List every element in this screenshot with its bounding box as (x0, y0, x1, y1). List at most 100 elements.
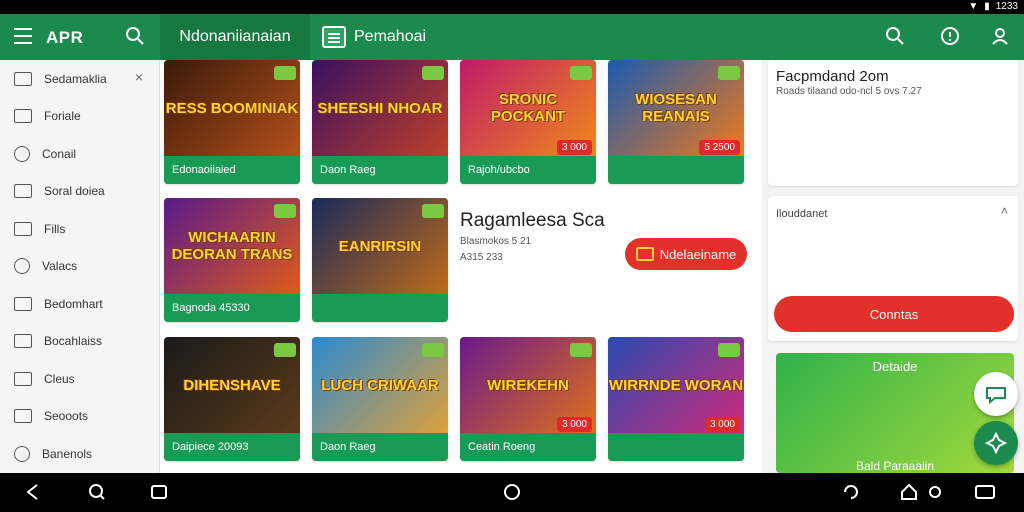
game-card[interactable]: LUCH CRIWAAR Daon Raeg (312, 337, 448, 461)
rotate-icon[interactable] (842, 483, 860, 501)
house-icon[interactable] (900, 483, 918, 501)
sidebar-item[interactable]: Sedamaklia × (0, 60, 159, 98)
sidebar-item-label: Soral doiea (44, 184, 105, 199)
price-badge: 5 2500 (699, 140, 740, 155)
sidebar-item-label: Bocahlaiss (44, 334, 103, 349)
game-card[interactable]: RESS BOOMINIAK Edonaoiiaied (164, 60, 300, 184)
search-nav-icon[interactable] (88, 483, 106, 501)
game-card[interactable]: DIHENSHAVE Daipiece 20093 (164, 337, 300, 461)
continue-button[interactable]: Conntas (774, 296, 1014, 332)
game-card[interactable]: WIOSESAN REANAIS 5 2500 (608, 60, 744, 184)
edit-icon (14, 184, 32, 199)
game-caption: Ceatin Roeng (460, 433, 596, 461)
home-icon[interactable] (503, 483, 521, 501)
chevron-up-icon[interactable]: ˄ (1001, 204, 1008, 218)
game-caption: Daon Raeg (312, 156, 448, 184)
app-name: APR (46, 28, 84, 47)
info-card: Facpmdand 2om Roads tilaand odo-ncl 5 ov… (768, 60, 1018, 186)
sidebar-item[interactable]: Valacs (0, 248, 159, 286)
ticket-icon (635, 247, 654, 261)
close-icon[interactable]: × (135, 69, 143, 85)
tag-icon (422, 66, 444, 80)
sidebar-item[interactable]: Bedomhart (0, 285, 159, 323)
game-card[interactable]: SHEESHI NHOAR Daon Raeg (312, 60, 448, 184)
action-card: Ilouddanet ˄ Conntas (768, 196, 1018, 341)
game-caption: Rajoh/ubcbo (460, 156, 596, 184)
sidebar-item-label: Sedamaklia (44, 71, 107, 86)
game-caption (608, 433, 744, 461)
game-caption (608, 156, 744, 184)
tag-icon (274, 343, 296, 357)
sidebar-item-label: Conail (42, 146, 77, 161)
tag-icon (718, 343, 740, 357)
sidebar-item-label: Fills (44, 221, 66, 236)
price-badge: 3 000 (704, 417, 740, 432)
tag-icon (422, 204, 444, 218)
promo-line1: Blasmokos 5 21 (460, 236, 532, 247)
system-nav-bar (0, 473, 1024, 512)
tab-second[interactable]: Pemahoai (322, 14, 426, 60)
sidebar-item[interactable]: Soral doiea (0, 173, 159, 211)
promo-block: Ragamleesa Sca Blasmokos 5 21 A315 233 N… (460, 200, 760, 320)
menu-icon[interactable] (14, 28, 32, 44)
game-caption: Bagnoda 45330 (164, 294, 300, 322)
sidebar-item-label: Banenols (42, 446, 93, 461)
tag-icon (274, 66, 296, 80)
layers-icon (14, 334, 32, 349)
sidebar-item[interactable]: Banenols (0, 435, 159, 473)
info-card-subtitle: Roads tilaand odo-ncl 5 ovs 7.27 (776, 86, 922, 97)
list-icon (322, 26, 346, 48)
promo-line2: A315 233 (460, 252, 503, 263)
sidebar-item[interactable]: Cleus (0, 360, 159, 398)
circle-icon (14, 258, 30, 275)
action-card-title: Ilouddanet (776, 208, 828, 220)
chat-fab[interactable] (974, 372, 1018, 416)
recents-icon[interactable] (150, 483, 168, 501)
tag-icon (422, 343, 444, 357)
game-card[interactable]: EANRIRSIN (312, 198, 448, 322)
tab-active[interactable]: Ndonaniianaian (160, 14, 310, 60)
info-circle-icon (14, 145, 30, 162)
tag-icon (274, 204, 296, 218)
sidebar-item-label: Bedomhart (44, 296, 103, 311)
game-card[interactable]: WICHAARIN DEORAN TRANS Bagnoda 45330 (164, 198, 300, 322)
battery-icon: ▮ (984, 1, 990, 12)
info-card-title: Facpmdand 2om (776, 68, 889, 85)
sidebar-item[interactable]: Foriale (0, 98, 159, 136)
sidebar-item-label: Seooots (44, 409, 89, 424)
tag-icon (570, 343, 592, 357)
sidebar-item[interactable]: Bocahlaiss (0, 323, 159, 361)
search-icon-right[interactable] (885, 26, 907, 48)
box-icon (14, 71, 32, 86)
people-icon (14, 409, 32, 424)
status-time: 1233 (995, 1, 1018, 12)
tag-icon (570, 66, 592, 80)
promo-button-label: Ndelaeiname (659, 246, 737, 262)
promo-title: Ragamleesa Sca (460, 210, 605, 231)
game-caption: Daipiece 20093 (164, 433, 300, 461)
game-card[interactable]: WIREKEHN 3 000 Ceatin Roeng (460, 337, 596, 461)
promo-button[interactable]: Ndelaeiname (625, 238, 747, 270)
window-icon[interactable] (974, 483, 996, 501)
calendar-icon (14, 221, 32, 236)
sidebar: Sedamaklia × Foriale Conail Soral doiea Fills… (0, 60, 160, 473)
game-card[interactable]: SRONIC POCKANT 3 000 Rajoh/ubcbo (460, 60, 596, 184)
game-caption: Edonaoiiaied (164, 156, 300, 184)
tab-second-label: Pemahoai (354, 28, 427, 45)
search-icon[interactable] (125, 26, 145, 51)
gamepad-fab[interactable] (974, 421, 1018, 465)
info-icon[interactable] (940, 26, 962, 48)
settings-icon[interactable] (926, 483, 944, 501)
document-icon (14, 371, 32, 386)
sidebar-item-label: Cleus (44, 371, 75, 386)
sidebar-item[interactable]: Conail (0, 135, 159, 173)
back-icon[interactable] (24, 483, 42, 501)
game-card[interactable]: WIRRNDE WORAN 3 000 (608, 337, 744, 461)
sidebar-item[interactable]: Seooots (0, 398, 159, 436)
account-icon[interactable] (990, 26, 1012, 48)
price-badge: 3 000 (556, 417, 592, 432)
image-icon (14, 109, 32, 124)
status-bar: ▼ ▮ 1233 (0, 0, 1024, 14)
sidebar-item[interactable]: Fills (0, 210, 159, 248)
sidebar-item-label: Foriale (44, 109, 81, 124)
